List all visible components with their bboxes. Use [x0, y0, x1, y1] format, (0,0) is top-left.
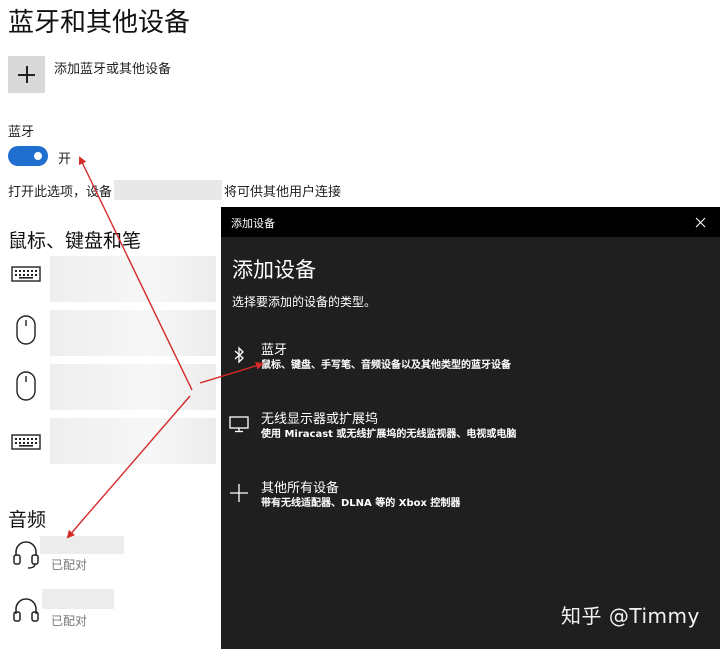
- keyboard-icon: [8, 256, 44, 292]
- paired-status: 已配对: [51, 558, 88, 572]
- discoverable-text-suffix: 将可供其他用户连接: [224, 185, 342, 200]
- bluetooth-icon: [227, 343, 251, 367]
- option-wireless-display[interactable]: 无线显示器或扩展坞 使用 Miracast 或无线扩展坞的无线监视器、电视或电脑: [221, 408, 720, 458]
- discoverable-text-prefix: 打开此选项，设备: [8, 185, 113, 200]
- add-device-dialog: 添加设备 添加设备 选择要添加的设备的类型。 蓝牙 鼠标、键盘、手写笔、音频设备…: [221, 207, 720, 649]
- bluetooth-toggle[interactable]: [8, 146, 48, 166]
- option-description: 使用 Miracast 或无线扩展坞的无线监视器、电视或电脑: [261, 429, 517, 440]
- page-title: 蓝牙和其他设备: [8, 8, 191, 38]
- device-item-mouse[interactable]: [50, 364, 216, 410]
- add-device-button[interactable]: [8, 56, 45, 93]
- option-other-devices[interactable]: 其他所有设备 带有无线适配器、DLNA 等的 Xbox 控制器: [221, 477, 720, 527]
- add-device-label[interactable]: 添加蓝牙或其他设备: [54, 58, 171, 77]
- monitor-icon: [227, 412, 251, 436]
- device-item-headset[interactable]: [40, 536, 124, 554]
- device-item-headphones[interactable]: [42, 589, 114, 609]
- device-item-keyboard[interactable]: [50, 256, 216, 302]
- close-icon[interactable]: [690, 212, 710, 232]
- option-description: 带有无线适配器、DLNA 等的 Xbox 控制器: [261, 498, 461, 509]
- headset-icon: [8, 536, 44, 572]
- plus-icon: [227, 481, 251, 505]
- watermark: 知乎 @Timmy: [561, 604, 700, 628]
- dialog-titlebar: 添加设备: [221, 207, 720, 237]
- mouse-icon: [8, 368, 44, 404]
- device-item-keyboard[interactable]: [50, 418, 216, 464]
- option-description: 鼠标、键盘、手写笔、音频设备以及其他类型的蓝牙设备: [261, 360, 511, 371]
- mouse-icon: [8, 312, 44, 348]
- keyboard-icon: [8, 424, 44, 460]
- input-devices-heading: 鼠标、键盘和笔: [8, 230, 142, 252]
- dialog-window-title: 添加设备: [231, 217, 275, 230]
- paired-status: 已配对: [51, 614, 88, 628]
- headphones-icon: [8, 592, 44, 628]
- dialog-subtitle: 选择要添加的设备的类型。: [232, 295, 377, 309]
- bluetooth-heading: 蓝牙: [8, 125, 35, 140]
- option-bluetooth[interactable]: 蓝牙 鼠标、键盘、手写笔、音频设备以及其他类型的蓝牙设备: [221, 339, 720, 389]
- audio-heading: 音频: [8, 509, 47, 531]
- device-item-mouse[interactable]: [50, 310, 216, 356]
- dialog-heading: 添加设备: [232, 258, 316, 282]
- device-name-redacted: [114, 180, 222, 200]
- bluetooth-toggle-state: 开: [58, 152, 72, 167]
